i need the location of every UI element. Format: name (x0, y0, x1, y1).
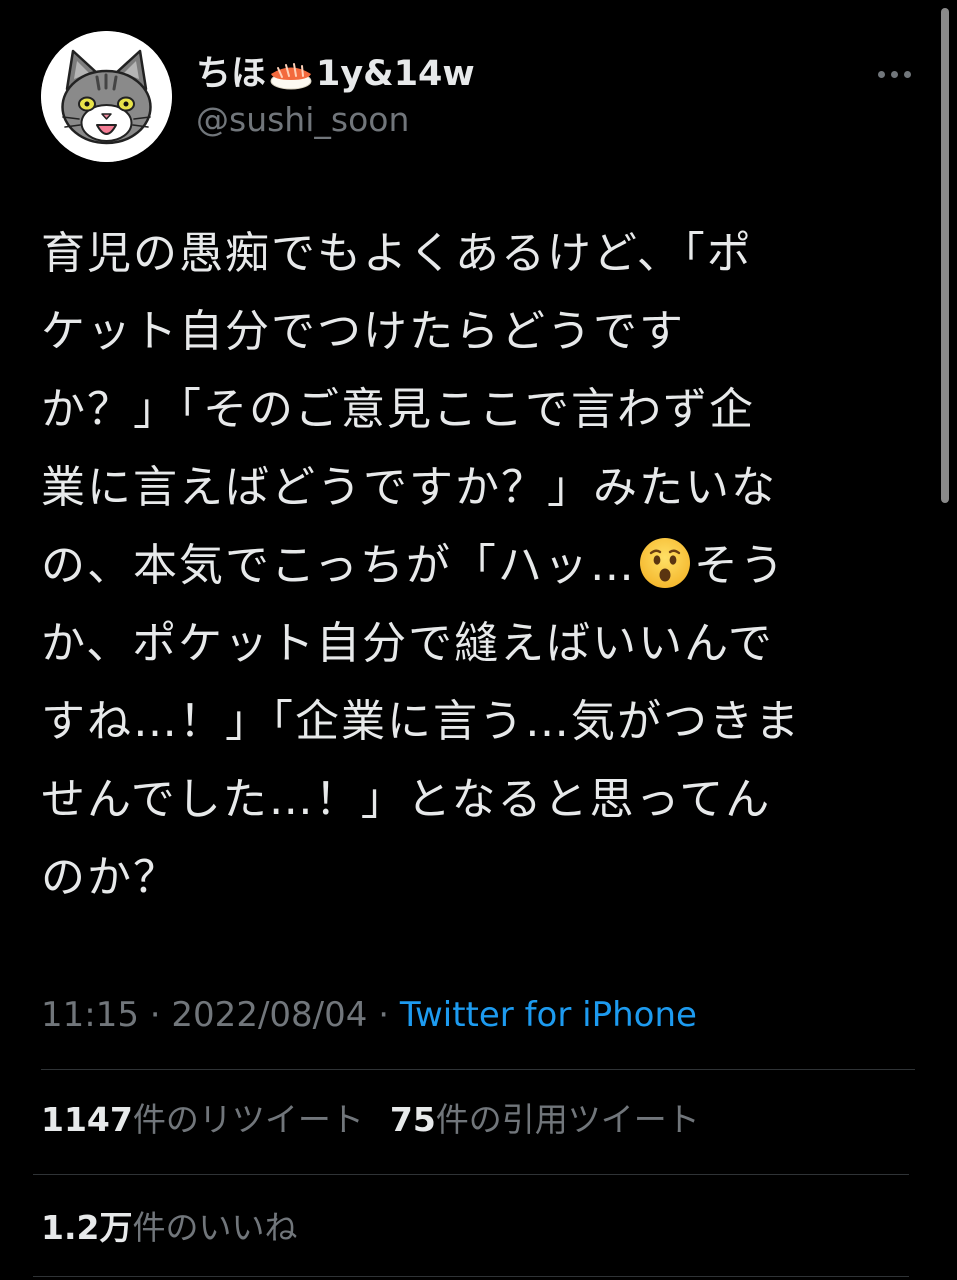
tweet-line-with-emoji: の、本気でこっちが「ハッ… そう (41, 527, 921, 605)
display-name-prefix: ちほ (196, 54, 267, 94)
avatar[interactable] (41, 31, 172, 162)
tweet-line: すね…！」「企業に言う…気がつきま (41, 696, 801, 747)
likes-label: 件のいいね (132, 1208, 298, 1247)
retweets-count: 1147 (41, 1100, 133, 1139)
tweet-detail: ちほ 1y&14w @sushi_soon 育児の愚痴でもよくあるけど、「ポ ケ… (0, 0, 957, 1280)
tweet-time[interactable]: 11:15 (41, 995, 139, 1035)
meta-separator: · (138, 995, 172, 1035)
display-name-suffix: 1y&14w (316, 54, 475, 94)
more-dot-icon (903, 70, 911, 78)
meta-separator: · (367, 995, 400, 1035)
tweet-text: 育児の愚痴でもよくあるけど、「ポ ケット自分でつけたらどうです か？」「そのご意… (41, 215, 921, 917)
scrollbar[interactable] (941, 8, 949, 503)
more-options-button[interactable] (870, 60, 918, 88)
likes-count: 1.2万 (41, 1208, 133, 1247)
cat-avatar-icon (41, 31, 172, 162)
tweet-line: 育児の愚痴でもよくあるけど、「ポ (41, 228, 753, 279)
tweet-line-part: そう (693, 540, 786, 591)
tweet-meta: 11:15 · 2022/08/04 · Twitter for iPhone (41, 992, 697, 1038)
likes-stat[interactable]: 1.2万件のいいね (41, 1208, 297, 1247)
tweet-line: か、ポケット自分で縫えばいいんで (41, 618, 774, 669)
retweet-stats-row: 1147件のリツイート 75件の引用ツイート (41, 1098, 700, 1142)
quotes-count: 75 (389, 1100, 436, 1139)
retweets-stat[interactable]: 1147件のリツイート (41, 1100, 364, 1139)
sushi-icon (270, 63, 312, 90)
divider (41, 1069, 915, 1070)
quotes-stat[interactable]: 75件の引用ツイート (390, 1100, 700, 1139)
divider (33, 1174, 909, 1175)
divider (33, 1276, 909, 1277)
more-dot-icon (877, 70, 885, 78)
tweet-line-part: の、本気でこっちが「ハッ… (41, 540, 636, 591)
tweet-line: 業に言えばどうですか？」みたいな (41, 462, 777, 513)
tweet-line: せんでした…！」となると思ってん (41, 774, 772, 825)
display-name[interactable]: ちほ 1y&14w (196, 54, 475, 94)
tweet-date[interactable]: 2022/08/04 (171, 995, 367, 1035)
more-dot-icon (890, 70, 898, 78)
quotes-label: 件の引用ツイート (435, 1100, 700, 1139)
tweet-line: か？」「そのご意見ここで言わず企 (41, 384, 755, 435)
user-handle[interactable]: @sushi_soon (196, 100, 409, 140)
hushed-face-icon (639, 538, 690, 588)
tweet-line: のか？ (41, 852, 179, 903)
tweet-line: ケット自分でつけたらどうです (41, 306, 685, 357)
likes-stats-row: 1.2万件のいいね (41, 1206, 297, 1250)
retweets-label: 件のリツイート (132, 1100, 364, 1139)
tweet-source-link[interactable]: Twitter for iPhone (400, 995, 697, 1035)
